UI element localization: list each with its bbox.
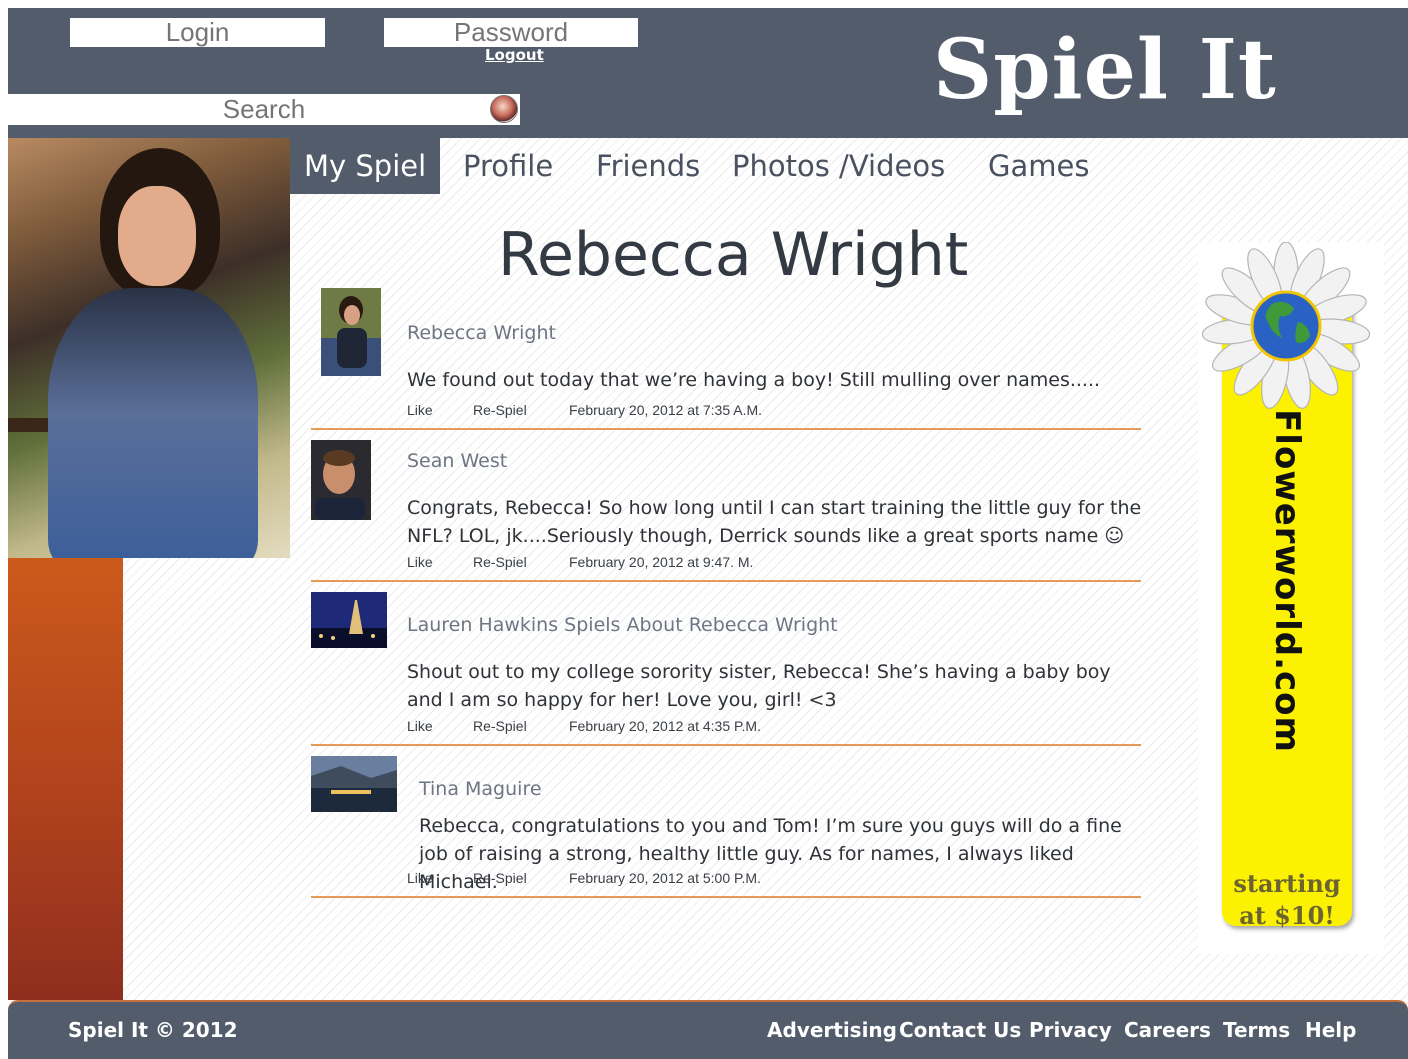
post-author[interactable]: Lauren Hawkins Spiels About Rebecca Wrig… [407, 614, 838, 636]
post-text: We found out today that we’re having a b… [407, 369, 1101, 391]
tab-photos-videos[interactable]: Photos /Videos [732, 138, 945, 194]
like-link[interactable]: Like [407, 718, 473, 734]
tab-games[interactable]: Games [988, 138, 1089, 194]
page-title: Rebecca Wright [498, 220, 969, 290]
footer-link-terms[interactable]: Terms [1223, 1018, 1290, 1042]
search-input[interactable] [8, 94, 520, 125]
post-meta: Like Re-Spiel February 20, 2012 at 7:35 A.… [407, 402, 762, 418]
respiel-link[interactable]: Re-Spiel [473, 718, 569, 734]
avatar-tina[interactable] [311, 756, 397, 812]
post-item: Sean West Congrats, Rebecca! So how long… [311, 438, 1141, 582]
post-timestamp: February 20, 2012 at 7:35 A.M. [569, 402, 763, 418]
post-author[interactable]: Rebecca Wright [407, 322, 556, 344]
respiel-link[interactable]: Re-Spiel [473, 870, 569, 886]
post-item: Lauren Hawkins Spiels About Rebecca Wrig… [311, 592, 1141, 746]
post-item: Tina Maguire Rebecca, congratulations to… [311, 754, 1141, 898]
logout-link[interactable]: Logout [485, 46, 544, 64]
post-text: Shout out to my college sorority sister,… [407, 661, 1111, 711]
post-meta: Like Re-Spiel February 20, 2012 at 5:00 P.… [407, 870, 761, 886]
footer-bar: Spiel It © 2012 Advertising Contact Us P… [8, 1000, 1408, 1059]
post-author[interactable]: Sean West [407, 450, 507, 472]
header-bar: Logout Spiel It [8, 8, 1408, 138]
avatar-lauren[interactable] [311, 592, 387, 648]
photo-body [48, 288, 258, 558]
search-button-icon[interactable] [490, 95, 518, 123]
like-link[interactable]: Like [407, 554, 473, 570]
ad-banner[interactable]: Flowerworld.com starting at $10! [1198, 242, 1384, 954]
footer-link-careers[interactable]: Careers [1124, 1018, 1211, 1042]
tab-friends[interactable]: Friends [596, 138, 700, 194]
login-input[interactable] [70, 18, 325, 47]
post-text: Congrats, Rebecca! So how long until I c… [407, 497, 1142, 547]
ad-price: starting at $10! [1233, 869, 1341, 930]
post-timestamp: February 20, 2012 at 4:35 P.M. [569, 718, 761, 734]
footer-link-advertising[interactable]: Advertising [767, 1018, 897, 1042]
tab-my-spiel[interactable]: My Spiel [290, 138, 441, 194]
page: Logout Spiel It My Spiel Profile Friends… [8, 8, 1408, 1059]
tab-profile[interactable]: Profile [463, 138, 553, 194]
post-item: Rebecca Wright We found out today that w… [311, 286, 1141, 430]
footer-link-privacy[interactable]: Privacy [1029, 1018, 1112, 1042]
photo-face [118, 186, 196, 286]
site-logo: Spiel It [933, 22, 1277, 118]
post-timestamp: February 20, 2012 at 9:47. M. [569, 554, 754, 570]
footer-link-contact-us[interactable]: Contact Us [899, 1018, 1021, 1042]
respiel-link[interactable]: Re-Spiel [473, 554, 569, 570]
footer-link-help[interactable]: Help [1305, 1018, 1356, 1042]
post-meta: Like Re-Spiel February 20, 2012 at 9:47. M… [407, 554, 753, 570]
profile-photo [8, 138, 290, 558]
post-author[interactable]: Tina Maguire [419, 778, 542, 800]
avatar-rebecca[interactable] [321, 288, 381, 376]
avatar-sean[interactable] [311, 440, 371, 520]
password-input[interactable] [384, 18, 638, 47]
footer-copyright: Spiel It © 2012 [68, 1018, 238, 1042]
like-link[interactable]: Like [407, 402, 473, 418]
ad-brand: Flowerworld.com [1267, 409, 1307, 753]
like-link[interactable]: Like [407, 870, 473, 886]
respiel-link[interactable]: Re-Spiel [473, 402, 569, 418]
post-meta: Like Re-Spiel February 20, 2012 at 4:35 P.… [407, 718, 761, 734]
post-timestamp: February 20, 2012 at 5:00 P.M. [569, 870, 761, 886]
daisy-globe-icon [1202, 242, 1370, 409]
